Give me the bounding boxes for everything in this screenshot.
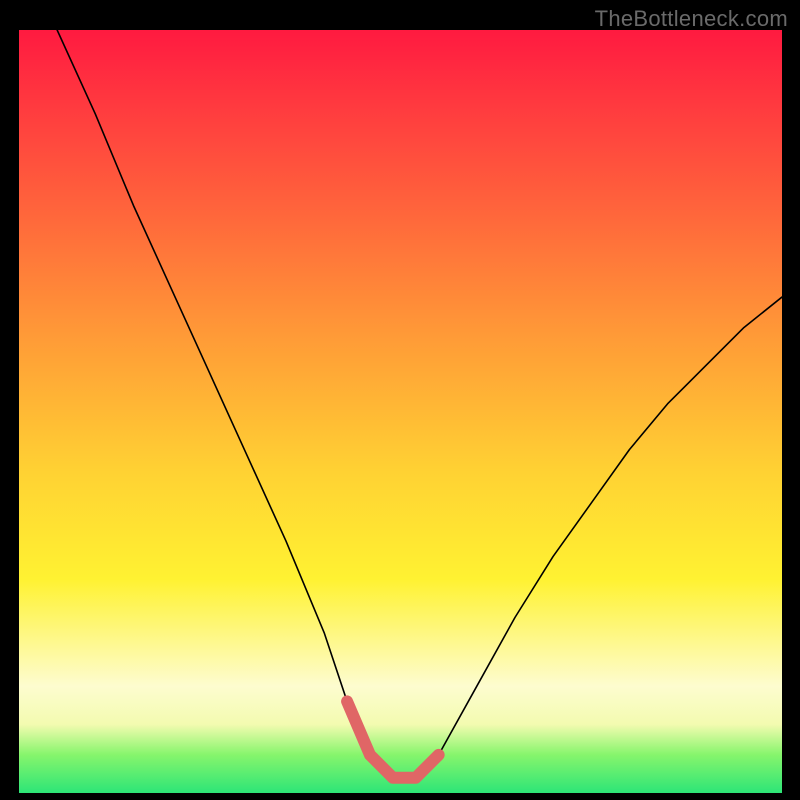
watermark-label: TheBottleneck.com: [595, 6, 788, 32]
bottleneck-curve: [57, 30, 782, 778]
chart-frame: TheBottleneck.com: [0, 0, 800, 800]
chart-svg-layer: [19, 30, 782, 793]
valley-highlight: [347, 701, 439, 777]
